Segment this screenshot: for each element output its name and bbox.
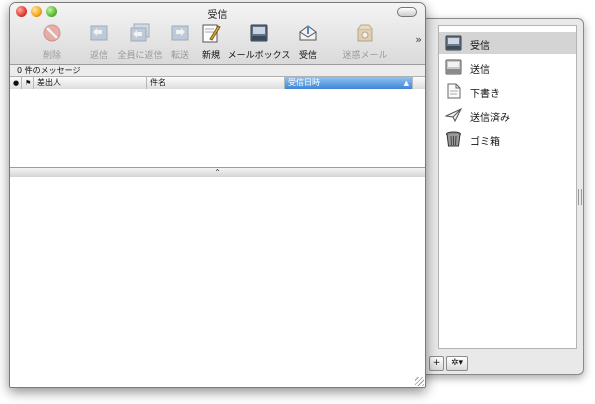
reply-all-button[interactable]: 全員に返信: [117, 22, 163, 62]
compose-icon: [202, 24, 221, 43]
column-subject[interactable]: 件名: [147, 77, 285, 89]
reply-icon: [90, 25, 108, 41]
drafts-icon: [447, 83, 461, 99]
mailbox-item-sent[interactable]: 送信済み: [439, 104, 576, 126]
get-mail-button[interactable]: 受信: [295, 22, 321, 62]
message-count-status: 0 件のメッセージ: [10, 65, 425, 76]
trash-icon: [446, 131, 461, 147]
forward-icon: [171, 25, 189, 41]
window-title: 受信: [207, 10, 228, 21]
toolbar-toggle-button[interactable]: [397, 7, 417, 17]
mailbox-list: 受信 送信 下書き 送信済み ゴミ箱: [438, 25, 577, 349]
delete-label: 削除: [42, 51, 61, 61]
delete-icon: [43, 24, 61, 42]
mailbox-icon: [250, 24, 268, 42]
mailbox-label: 下書き: [470, 89, 500, 100]
message-list[interactable]: [10, 89, 425, 167]
mailbox-button[interactable]: メールボックス: [228, 22, 290, 62]
mailbox-label: 受信: [470, 41, 490, 52]
mailbox-item-outbox[interactable]: 送信: [439, 56, 576, 78]
sent-icon: [445, 107, 462, 123]
column-date-received-label: 受信日時: [288, 78, 320, 87]
get-mail-label: 受信: [298, 51, 317, 61]
mailbox-item-inbox[interactable]: 受信: [439, 32, 576, 54]
message-list-header: ● ⚑ 差出人 件名 受信日時 ▲: [10, 76, 425, 90]
sort-ascending-icon: ▲: [403, 79, 409, 87]
toolbar-overflow-button[interactable]: »: [415, 33, 422, 46]
mailbox-action-menu-button[interactable]: ✲▾: [446, 356, 468, 371]
title-toolbar: 受信 削除 返信 全員に返信 転送 新規 メールボックス 受信 迷惑メール »: [10, 3, 425, 65]
drawer-resize-handle[interactable]: [578, 189, 582, 205]
splitter-handle-icon: ⌃: [214, 168, 221, 177]
window-resize-grip[interactable]: [415, 377, 424, 386]
outbox-icon: [445, 59, 462, 75]
inbox-icon: [445, 35, 462, 51]
add-mailbox-button[interactable]: +: [429, 356, 444, 371]
column-read-status[interactable]: ●: [10, 77, 22, 89]
mailbox-label: ゴミ箱: [470, 137, 500, 148]
mailbox-item-trash[interactable]: ゴミ箱: [439, 128, 576, 150]
message-preview-pane[interactable]: [10, 177, 425, 387]
junk-icon: [357, 24, 373, 42]
delete-button[interactable]: 削除: [37, 22, 67, 62]
mailbox-item-drafts[interactable]: 下書き: [439, 80, 576, 102]
column-flag[interactable]: ⚑: [22, 77, 34, 89]
column-from[interactable]: 差出人: [34, 77, 147, 89]
reply-button[interactable]: 返信: [86, 22, 112, 62]
mail-viewer-window: 受信 削除 返信 全員に返信 転送 新規 メールボックス 受信 迷惑メール » …: [9, 2, 426, 388]
reply-all-icon: [130, 23, 150, 42]
junk-mail-label: 迷惑メール: [342, 51, 388, 61]
mailbox-drawer: 受信 送信 下書き 送信済み ゴミ箱 + ✲▾: [412, 18, 584, 375]
junk-mail-button[interactable]: 迷惑メール: [342, 22, 388, 62]
mailbox-label: 送信済み: [470, 113, 510, 124]
get-mail-icon: [299, 25, 317, 41]
column-date-received[interactable]: 受信日時 ▲: [285, 77, 413, 89]
mailbox-label: 送信: [470, 65, 490, 76]
